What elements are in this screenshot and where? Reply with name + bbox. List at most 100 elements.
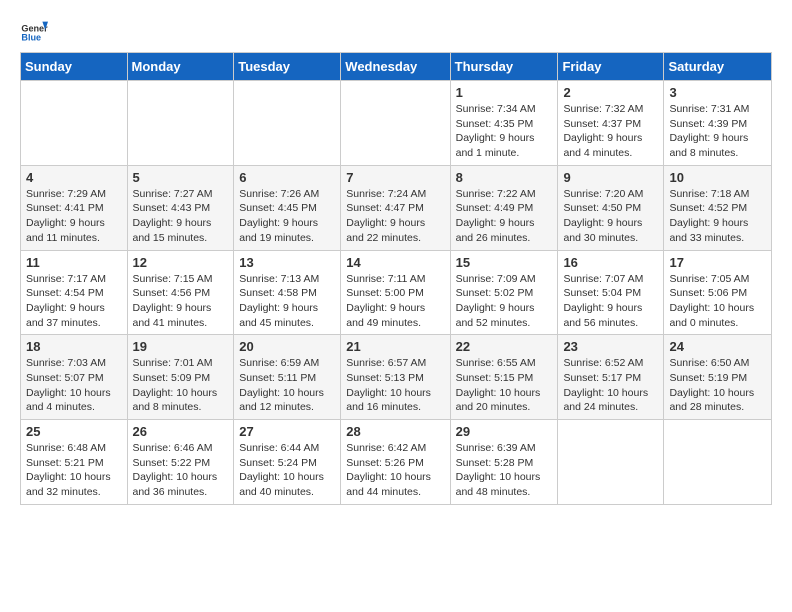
day-number: 3 (669, 85, 766, 100)
calendar-header-tuesday: Tuesday (234, 53, 341, 81)
day-number: 25 (26, 424, 122, 439)
calendar-cell: 5 Sunrise: 7:27 AM Sunset: 4:43 PM Daylig… (127, 165, 234, 250)
calendar-cell: 1 Sunrise: 7:34 AM Sunset: 4:35 PM Daylig… (450, 81, 558, 166)
day-number: 24 (669, 339, 766, 354)
day-info: Sunrise: 7:09 AM Sunset: 5:02 PM Dayligh… (456, 272, 553, 331)
calendar-cell: 20 Sunrise: 6:59 AM Sunset: 5:11 PM Dayli… (234, 335, 341, 420)
day-number: 9 (563, 170, 658, 185)
day-info: Sunrise: 7:27 AM Sunset: 4:43 PM Dayligh… (133, 187, 229, 246)
header: General Blue (20, 16, 772, 44)
day-info: Sunrise: 7:18 AM Sunset: 4:52 PM Dayligh… (669, 187, 766, 246)
day-number: 10 (669, 170, 766, 185)
logo-icon: General Blue (20, 16, 48, 44)
calendar-cell: 18 Sunrise: 7:03 AM Sunset: 5:07 PM Dayli… (21, 335, 128, 420)
day-info: Sunrise: 7:07 AM Sunset: 5:04 PM Dayligh… (563, 272, 658, 331)
day-number: 23 (563, 339, 658, 354)
day-info: Sunrise: 7:11 AM Sunset: 5:00 PM Dayligh… (346, 272, 444, 331)
calendar-cell: 2 Sunrise: 7:32 AM Sunset: 4:37 PM Daylig… (558, 81, 664, 166)
calendar-header-row: SundayMondayTuesdayWednesdayThursdayFrid… (21, 53, 772, 81)
day-info: Sunrise: 6:44 AM Sunset: 5:24 PM Dayligh… (239, 441, 335, 500)
calendar-cell: 22Sunrise: 6:55 AM Sunset: 5:15 PM Dayli… (450, 335, 558, 420)
week-row-4: 18 Sunrise: 7:03 AM Sunset: 5:07 PM Dayli… (21, 335, 772, 420)
svg-text:Blue: Blue (21, 33, 41, 43)
day-info: Sunrise: 7:20 AM Sunset: 4:50 PM Dayligh… (563, 187, 658, 246)
calendar-cell: 21 Sunrise: 6:57 AM Sunset: 5:13 PM Dayli… (341, 335, 450, 420)
day-number: 20 (239, 339, 335, 354)
calendar-cell: 13 Sunrise: 7:13 AM Sunset: 4:58 PM Dayli… (234, 250, 341, 335)
calendar-header-sunday: Sunday (21, 53, 128, 81)
calendar-cell: 6 Sunrise: 7:26 AM Sunset: 4:45 PM Daylig… (234, 165, 341, 250)
day-info: Sunrise: 7:26 AM Sunset: 4:45 PM Dayligh… (239, 187, 335, 246)
day-info: Sunrise: 7:03 AM Sunset: 5:07 PM Dayligh… (26, 356, 122, 415)
calendar-cell: 7 Sunrise: 7:24 AM Sunset: 4:47 PM Daylig… (341, 165, 450, 250)
calendar-cell: 10 Sunrise: 7:18 AM Sunset: 4:52 PM Dayli… (664, 165, 772, 250)
calendar-cell: 14Sunrise: 7:11 AM Sunset: 5:00 PM Dayli… (341, 250, 450, 335)
day-number: 6 (239, 170, 335, 185)
day-number: 27 (239, 424, 335, 439)
calendar-cell: 15 Sunrise: 7:09 AM Sunset: 5:02 PM Dayli… (450, 250, 558, 335)
calendar-cell (127, 81, 234, 166)
calendar-cell (21, 81, 128, 166)
day-info: Sunrise: 6:59 AM Sunset: 5:11 PM Dayligh… (239, 356, 335, 415)
day-info: Sunrise: 7:22 AM Sunset: 4:49 PM Dayligh… (456, 187, 553, 246)
calendar-cell: 11 Sunrise: 7:17 AM Sunset: 4:54 PM Dayli… (21, 250, 128, 335)
day-info: Sunrise: 7:01 AM Sunset: 5:09 PM Dayligh… (133, 356, 229, 415)
logo: General Blue (20, 16, 48, 44)
day-info: Sunrise: 7:29 AM Sunset: 4:41 PM Dayligh… (26, 187, 122, 246)
week-row-5: 25 Sunrise: 6:48 AM Sunset: 5:21 PM Dayli… (21, 420, 772, 505)
day-number: 17 (669, 255, 766, 270)
week-row-2: 4 Sunrise: 7:29 AM Sunset: 4:41 PM Daylig… (21, 165, 772, 250)
week-row-3: 11 Sunrise: 7:17 AM Sunset: 4:54 PM Dayli… (21, 250, 772, 335)
day-number: 8 (456, 170, 553, 185)
day-number: 19 (133, 339, 229, 354)
day-info: Sunrise: 7:17 AM Sunset: 4:54 PM Dayligh… (26, 272, 122, 331)
day-number: 1 (456, 85, 553, 100)
day-info: Sunrise: 7:13 AM Sunset: 4:58 PM Dayligh… (239, 272, 335, 331)
day-number: 15 (456, 255, 553, 270)
day-info: Sunrise: 6:57 AM Sunset: 5:13 PM Dayligh… (346, 356, 444, 415)
calendar-header-saturday: Saturday (664, 53, 772, 81)
day-info: Sunrise: 6:55 AM Sunset: 5:15 PM Dayligh… (456, 356, 553, 415)
calendar-header-monday: Monday (127, 53, 234, 81)
day-number: 2 (563, 85, 658, 100)
day-number: 29 (456, 424, 553, 439)
calendar-cell (234, 81, 341, 166)
week-row-1: 1 Sunrise: 7:34 AM Sunset: 4:35 PM Daylig… (21, 81, 772, 166)
calendar-cell: 8 Sunrise: 7:22 AM Sunset: 4:49 PM Daylig… (450, 165, 558, 250)
calendar-cell (341, 81, 450, 166)
calendar-cell: 19 Sunrise: 7:01 AM Sunset: 5:09 PM Dayli… (127, 335, 234, 420)
calendar-cell (664, 420, 772, 505)
calendar-cell: 29 Sunrise: 6:39 AM Sunset: 5:28 PM Dayli… (450, 420, 558, 505)
calendar-cell: 4 Sunrise: 7:29 AM Sunset: 4:41 PM Daylig… (21, 165, 128, 250)
calendar-cell: 12Sunrise: 7:15 AM Sunset: 4:56 PM Dayli… (127, 250, 234, 335)
day-info: Sunrise: 7:32 AM Sunset: 4:37 PM Dayligh… (563, 102, 658, 161)
day-info: Sunrise: 6:46 AM Sunset: 5:22 PM Dayligh… (133, 441, 229, 500)
day-number: 18 (26, 339, 122, 354)
calendar-body: 1 Sunrise: 7:34 AM Sunset: 4:35 PM Daylig… (21, 81, 772, 505)
day-number: 4 (26, 170, 122, 185)
day-number: 13 (239, 255, 335, 270)
calendar-cell: 28Sunrise: 6:42 AM Sunset: 5:26 PM Dayli… (341, 420, 450, 505)
calendar-cell: 17Sunrise: 7:05 AM Sunset: 5:06 PM Dayli… (664, 250, 772, 335)
day-number: 5 (133, 170, 229, 185)
calendar-cell: 16 Sunrise: 7:07 AM Sunset: 5:04 PM Dayli… (558, 250, 664, 335)
day-info: Sunrise: 6:50 AM Sunset: 5:19 PM Dayligh… (669, 356, 766, 415)
day-number: 21 (346, 339, 444, 354)
day-info: Sunrise: 7:24 AM Sunset: 4:47 PM Dayligh… (346, 187, 444, 246)
day-info: Sunrise: 7:34 AM Sunset: 4:35 PM Dayligh… (456, 102, 553, 161)
calendar-header-wednesday: Wednesday (341, 53, 450, 81)
calendar-cell: 9 Sunrise: 7:20 AM Sunset: 4:50 PM Daylig… (558, 165, 664, 250)
calendar-cell (558, 420, 664, 505)
day-info: Sunrise: 6:48 AM Sunset: 5:21 PM Dayligh… (26, 441, 122, 500)
day-number: 16 (563, 255, 658, 270)
calendar-header-friday: Friday (558, 53, 664, 81)
calendar-cell: 26Sunrise: 6:46 AM Sunset: 5:22 PM Dayli… (127, 420, 234, 505)
day-info: Sunrise: 7:15 AM Sunset: 4:56 PM Dayligh… (133, 272, 229, 331)
day-number: 7 (346, 170, 444, 185)
day-info: Sunrise: 6:52 AM Sunset: 5:17 PM Dayligh… (563, 356, 658, 415)
day-info: Sunrise: 6:39 AM Sunset: 5:28 PM Dayligh… (456, 441, 553, 500)
day-info: Sunrise: 7:31 AM Sunset: 4:39 PM Dayligh… (669, 102, 766, 161)
calendar-cell: 25 Sunrise: 6:48 AM Sunset: 5:21 PM Dayli… (21, 420, 128, 505)
day-info: Sunrise: 6:42 AM Sunset: 5:26 PM Dayligh… (346, 441, 444, 500)
day-number: 11 (26, 255, 122, 270)
